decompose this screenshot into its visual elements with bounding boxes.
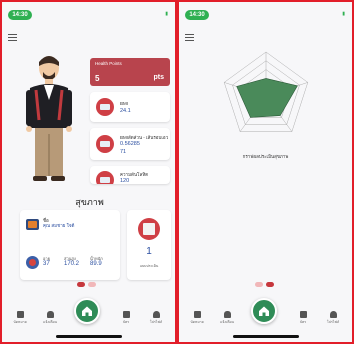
page-indicator [77,282,101,287]
radar-title: กราฟผลประเมินสุขภาพ [242,154,289,159]
home-indicator [233,335,299,338]
bell-icon [223,311,231,318]
tab-card[interactable]: บัตร [291,311,315,324]
bottom-tab-bar: นัดหมาย แจ้งเตือน บัตร โปรไฟล์ [2,298,175,342]
home-indicator [56,335,122,338]
stat-label: BMIสัดส่วน - เส้นรอบเอว [120,135,169,140]
blood-pressure-card[interactable]: ความดันโลหิต 120 [90,166,170,184]
tab-label: บัตร [299,320,307,324]
section-title: สุขภาพ [75,197,104,207]
assessment-count-card[interactable]: 1 แบบประเมิน [127,210,171,280]
id-card-icon [299,311,307,318]
page-dot-active [77,282,85,287]
age-value: 37 [43,261,50,267]
home-icon [82,306,92,316]
person-icon [152,311,160,318]
page-indicator [255,282,279,287]
tab-label: นัดหมาย [13,320,27,324]
tab-profile[interactable]: โปรไฟล์ [321,311,345,324]
health-points-label: Health Points [95,61,122,66]
home-icon [259,306,269,316]
right-phone-screen: 14:30 ▮ กราฟผลประเมินสุขภาพ นัดหมาย แจ้ง… [177,0,354,344]
stat-label: BMI [120,101,129,106]
page-dot-active [266,282,274,287]
scale-icon [96,171,114,184]
height-value: 170.2 [64,261,80,267]
tab-label: แจ้งเตือน [43,320,57,324]
signal-icon: ▮ [342,11,345,17]
blood-pressure-icon [96,98,114,116]
tab-profile[interactable]: โปรไฟล์ [144,311,168,324]
menu-icon[interactable] [185,34,194,42]
stat-value-secondary: 71 [120,149,127,155]
left-phone-screen: 14:30 ▮ Health Points 5 pts BMI 24.1 BMI… [0,0,177,344]
health-points-value: 5 [95,74,100,83]
id-card-icon [26,219,39,230]
stat-value: 0.56285 [120,141,140,147]
tab-label: บัตร [122,320,130,324]
id-card-icon [122,311,130,318]
waist-ratio-card[interactable]: BMIสัดส่วน - เส้นรอบเอว 0.56285 71 [90,128,170,160]
stat-value: 120 [120,178,130,184]
bmi-card[interactable]: BMI 24.1 [90,92,170,122]
profile-info-card[interactable]: ชื่อ คุณ สมชาย ใจดี อายุ 37 ส่วนสูง 170.… [20,210,120,280]
stat-label: ความดันโลหิต [120,172,149,177]
health-points-unit: pts [153,74,165,81]
tab-appointments[interactable]: นัดหมาย [8,311,32,324]
clipboard-icon [138,218,160,240]
calendar-icon [193,311,201,318]
bottom-tab-bar: นัดหมาย แจ้งเตือน บัตร โปรไฟล์ [179,298,352,342]
tab-notifications[interactable]: แจ้งเตือน [215,311,239,324]
stat-value: 24.1 [120,108,131,114]
home-button[interactable] [251,298,277,324]
assessment-count: 1 [146,246,152,257]
status-time: 14:30 [185,10,209,20]
page-dot [255,282,263,287]
calculator-icon [96,135,114,153]
status-time: 14:30 [8,10,32,20]
body-measure-icon [26,256,39,269]
health-points-card[interactable]: Health Points 5 pts [90,58,170,86]
tab-label: แจ้งเตือน [220,320,234,324]
menu-icon[interactable] [8,34,17,42]
radar-value-area [236,78,298,118]
assessment-label: แบบประเมิน [139,264,159,268]
tab-label: โปรไฟล์ [326,320,340,324]
avatar [26,56,72,181]
signal-icon: ▮ [165,11,168,17]
tab-card[interactable]: บัตร [114,311,138,324]
name-value: คุณ สมชาย ใจดี [43,223,75,228]
page-dot [88,282,96,287]
weight-value: 89.9 [90,261,102,267]
bell-icon [46,311,54,318]
tab-appointments[interactable]: นัดหมาย [185,311,209,324]
tab-label: นัดหมาย [190,320,204,324]
person-icon [329,311,337,318]
home-button[interactable] [74,298,100,324]
tab-label: โปรไฟล์ [149,320,163,324]
tab-notifications[interactable]: แจ้งเตือน [38,311,62,324]
health-radar-chart [223,51,309,132]
calendar-icon [16,311,24,318]
